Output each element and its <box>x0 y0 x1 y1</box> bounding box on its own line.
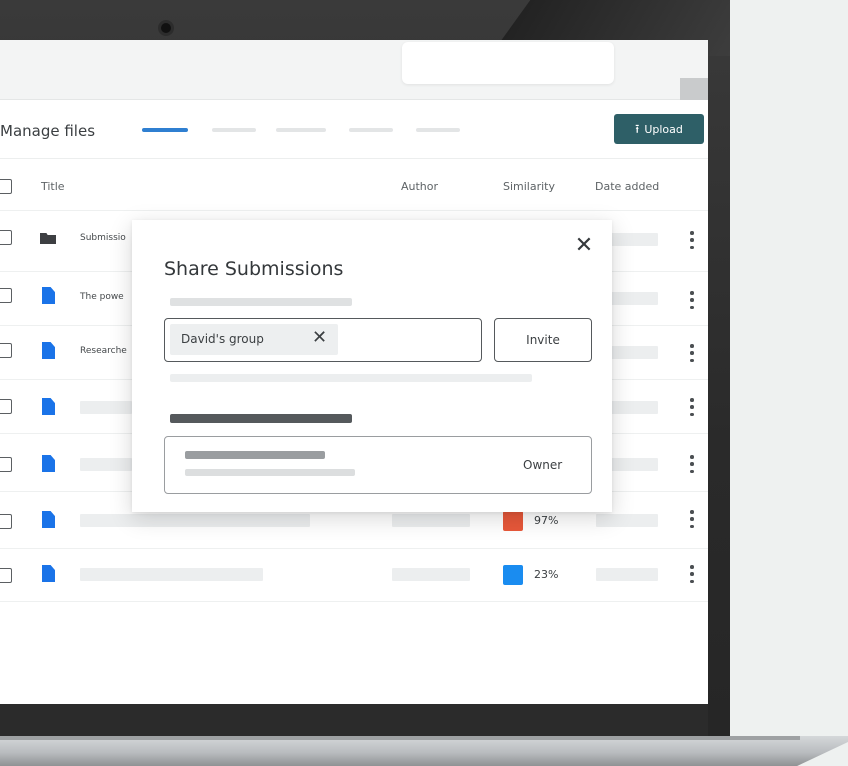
chip-label: David's group <box>181 332 264 346</box>
title-placeholder <box>80 458 132 471</box>
screen-bottom-bezel <box>0 704 708 736</box>
row-checkbox[interactable] <box>0 343 12 358</box>
author-placeholder <box>392 514 470 527</box>
similarity-value: 23% <box>534 568 559 581</box>
similarity-value: 97% <box>534 514 559 527</box>
section-heading-placeholder <box>170 414 352 423</box>
laptop-base <box>0 736 848 766</box>
file-icon <box>42 342 55 359</box>
more-options-icon[interactable] <box>690 565 694 583</box>
row-divider <box>0 601 708 602</box>
row-title[interactable]: Researche <box>80 346 127 356</box>
file-icon <box>42 287 55 304</box>
select-all-checkbox[interactable] <box>0 179 12 194</box>
row-divider <box>0 548 708 549</box>
more-options-icon[interactable] <box>690 455 694 473</box>
tab-2[interactable] <box>212 128 256 132</box>
row-checkbox[interactable] <box>0 514 12 529</box>
remove-chip-icon[interactable]: ✕ <box>312 328 327 348</box>
title-placeholder <box>80 514 310 527</box>
author-placeholder <box>392 568 470 581</box>
row-checkbox[interactable] <box>0 288 12 303</box>
page-title: Manage files <box>0 122 96 140</box>
more-options-icon[interactable] <box>690 231 694 249</box>
file-icon <box>42 511 55 528</box>
similarity-swatch-low <box>503 565 523 585</box>
tab-5[interactable] <box>416 128 460 132</box>
date-placeholder <box>596 568 658 581</box>
upload-button[interactable]: ⭱ Upload <box>614 114 704 144</box>
upload-label: Upload <box>644 122 683 136</box>
header-divider <box>0 158 708 159</box>
close-icon[interactable]: ✕ <box>572 234 596 258</box>
share-dialog: ✕ Share Submissions David's group ✕ Invi… <box>132 220 612 512</box>
more-options-icon[interactable] <box>690 510 694 528</box>
file-icon <box>42 398 55 415</box>
title-placeholder <box>80 401 132 414</box>
tab-4[interactable] <box>349 128 393 132</box>
member-row: Owner <box>164 436 592 494</box>
folder-icon <box>40 233 56 244</box>
tab-active[interactable] <box>142 128 188 132</box>
webcam-icon <box>158 20 174 36</box>
search-field[interactable] <box>402 42 614 84</box>
top-bar-strip <box>680 78 708 100</box>
row-checkbox[interactable] <box>0 399 12 414</box>
file-icon <box>42 455 55 472</box>
row-title[interactable]: The powe <box>80 292 124 302</box>
more-options-icon[interactable] <box>690 291 694 309</box>
column-title: Title <box>41 180 65 193</box>
column-author: Author <box>401 180 439 193</box>
row-title[interactable]: Submissio <box>80 233 126 243</box>
owner-role-label: Owner <box>523 458 563 472</box>
row-checkbox[interactable] <box>0 568 12 583</box>
dialog-title: Share Submissions <box>164 258 344 280</box>
more-options-icon[interactable] <box>690 398 694 416</box>
date-placeholder <box>596 514 658 527</box>
member-email-placeholder <box>185 469 355 476</box>
subtitle-placeholder <box>170 298 352 306</box>
member-name-placeholder <box>185 451 325 459</box>
similarity-swatch-high <box>503 511 523 531</box>
row-checkbox[interactable] <box>0 230 12 245</box>
title-placeholder <box>80 568 263 581</box>
recipient-chip: David's group ✕ <box>170 324 338 355</box>
laptop-base-lip <box>0 736 800 740</box>
tab-3[interactable] <box>276 128 326 132</box>
column-similarity: Similarity <box>503 180 556 193</box>
invite-button[interactable]: Invite <box>494 318 592 362</box>
helper-placeholder <box>170 374 532 382</box>
app-screen: Manage files ⭱ Upload Title Author Simil… <box>0 40 708 704</box>
column-date-added: Date added <box>595 180 660 193</box>
more-options-icon[interactable] <box>690 344 694 362</box>
row-divider <box>0 210 708 211</box>
row-checkbox[interactable] <box>0 457 12 472</box>
top-bar <box>0 40 708 100</box>
invite-input[interactable]: David's group ✕ <box>164 318 482 362</box>
file-icon <box>42 565 55 582</box>
upload-icon: ⭱ <box>635 122 640 136</box>
